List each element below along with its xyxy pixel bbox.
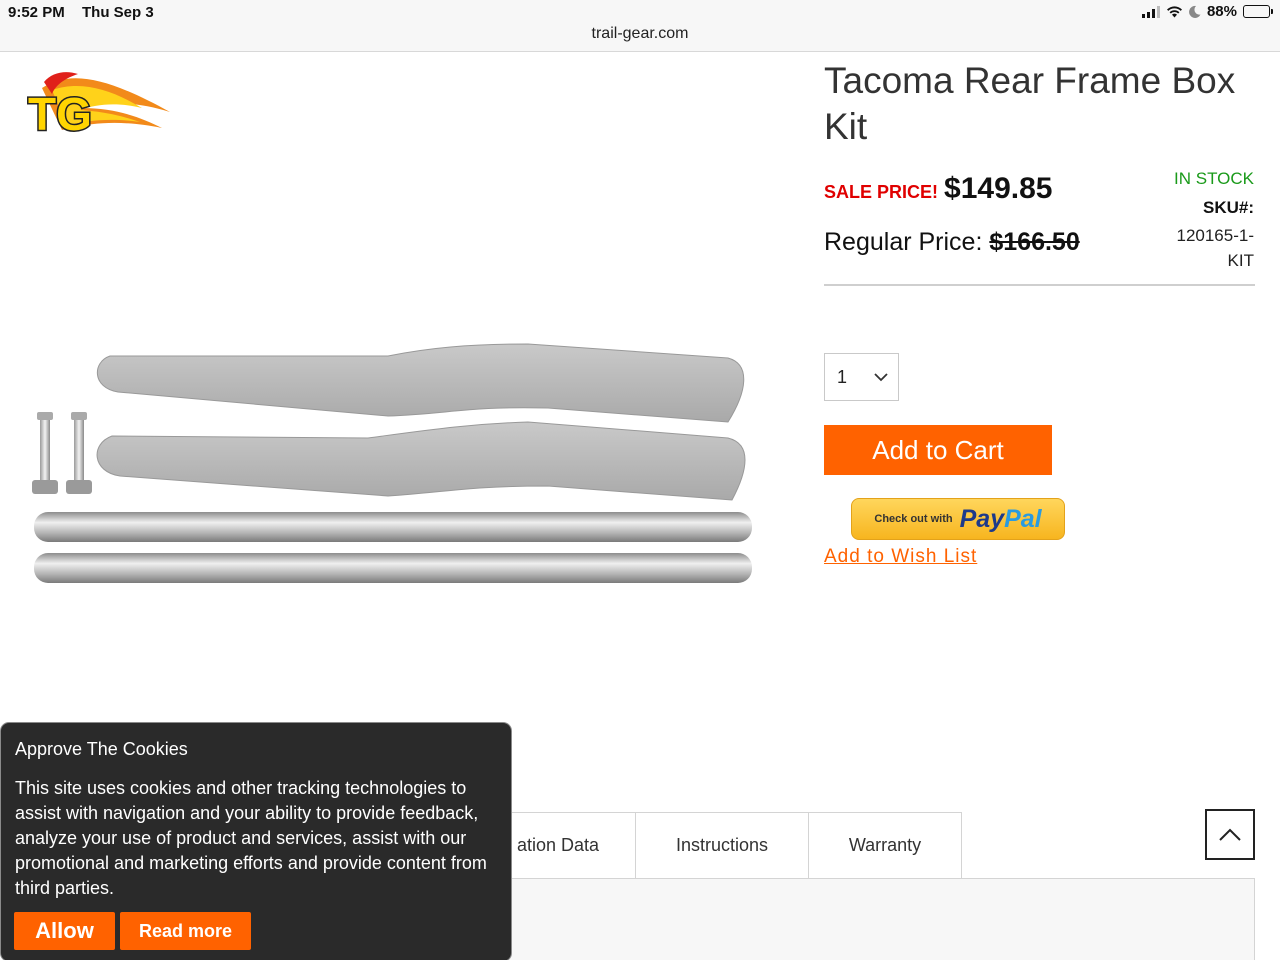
product-tabs: ation Data Instructions Warranty: [480, 812, 962, 878]
regular-price-label: Regular Price:: [824, 228, 983, 256]
add-to-cart-button[interactable]: Add to Cart: [824, 425, 1052, 475]
sale-price: $149.85: [944, 172, 1053, 205]
read-more-button[interactable]: Read more: [120, 912, 251, 950]
battery-percent: 88%: [1206, 3, 1237, 20]
status-date: Thu Sep 3: [82, 4, 154, 21]
chevron-up-icon: [1219, 828, 1241, 841]
paypal-caption: Check out with: [874, 513, 953, 525]
regular-price: $166.50: [989, 228, 1080, 256]
status-time: 9:52 PM: [8, 4, 65, 21]
paypal-pal-text: Pal: [1004, 504, 1042, 533]
product-title: Tacoma Rear Frame Box Kit: [824, 60, 1236, 147]
url-bar[interactable]: trail-gear.com: [0, 25, 1280, 43]
regular-price-row: Regular Price: $166.50: [824, 228, 1080, 257]
back-to-top-button[interactable]: [1205, 809, 1255, 860]
tab-instructions[interactable]: Instructions: [636, 812, 809, 878]
moon-icon: [1189, 5, 1201, 18]
stock-status: IN STOCK: [1174, 169, 1254, 188]
product-image: [32, 343, 752, 583]
cellular-signal-icon: [1141, 5, 1160, 18]
wifi-icon: [1166, 6, 1182, 18]
quantity-value: 1: [837, 366, 848, 387]
paypal-pay-text: Pay: [959, 504, 1005, 533]
sku-label: SKU#:: [1202, 198, 1254, 217]
logo-text: TG: [28, 88, 92, 140]
quantity-select[interactable]: 1: [824, 353, 899, 401]
tab-warranty[interactable]: Warranty: [809, 812, 962, 878]
chevron-down-icon: [874, 372, 888, 381]
status-indicators: 88%: [1141, 3, 1273, 20]
sku-value: 120165-1-KIT: [1176, 226, 1254, 270]
cookie-text: This site uses cookies and other trackin…: [15, 778, 487, 898]
sale-price-row: SALE PRICE! $149.85: [824, 172, 1052, 206]
battery-icon: [1243, 5, 1273, 18]
paypal-checkout-button[interactable]: Check out with PayPal: [851, 498, 1065, 540]
status-bar: 9:52 PM Thu Sep 3 trail-gear.com 88%: [0, 0, 1280, 52]
add-to-wish-list-link[interactable]: Add to Wish List: [824, 546, 977, 568]
cookie-title: Approve The Cookies: [15, 739, 188, 759]
cookie-buttons: Allow Read more: [14, 912, 251, 950]
paypal-logo: PayPal: [960, 505, 1042, 534]
allow-cookies-button[interactable]: Allow: [14, 912, 115, 950]
trail-gear-logo[interactable]: TG: [22, 68, 172, 140]
sale-label: SALE PRICE!: [824, 182, 939, 202]
cookie-banner: Approve The Cookies This site uses cooki…: [0, 722, 512, 960]
divider: [824, 284, 1255, 286]
